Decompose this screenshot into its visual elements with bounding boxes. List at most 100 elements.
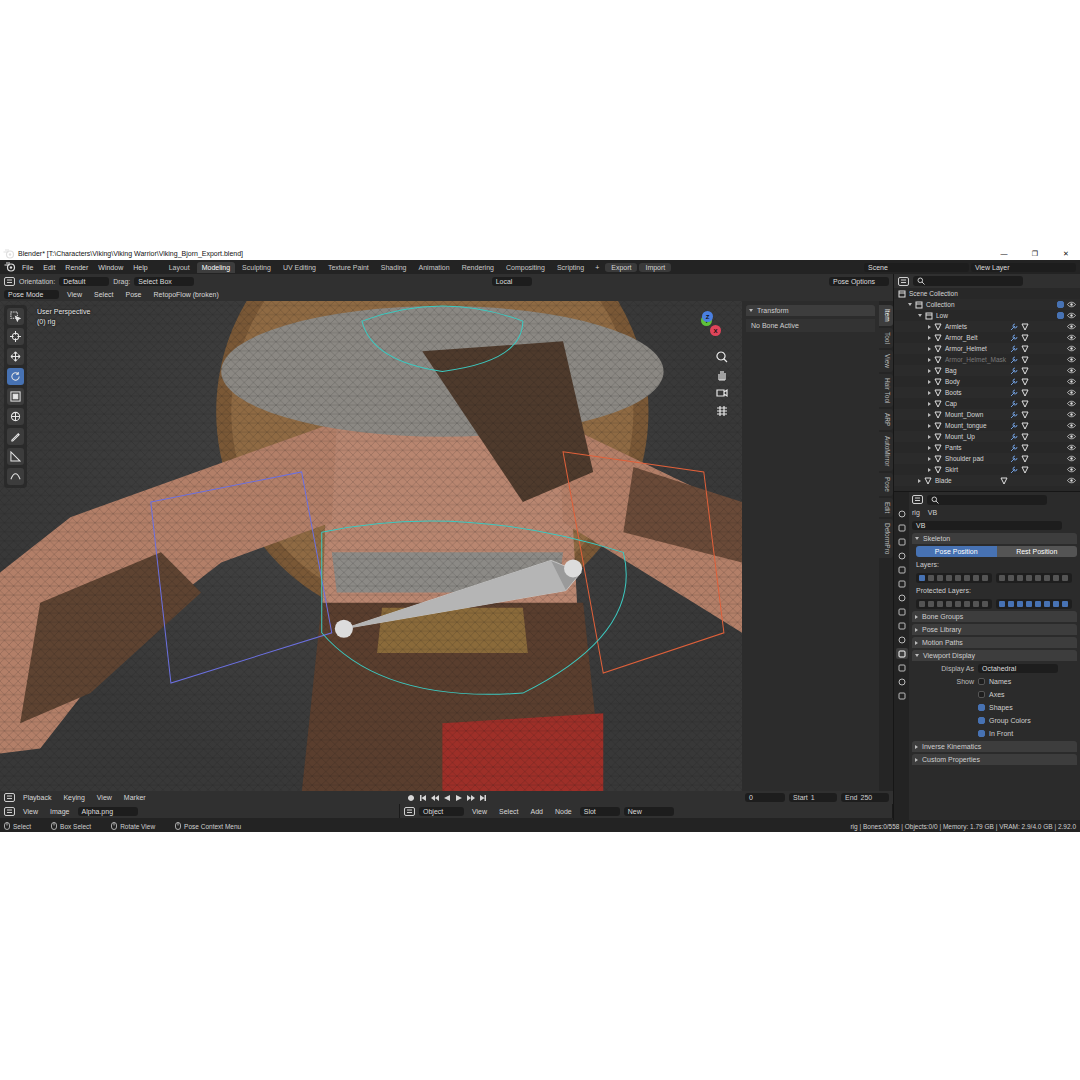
editor-type-icon[interactable]	[4, 277, 15, 286]
outliner-row[interactable]: Scene Collection	[894, 288, 1080, 299]
sidebar-tab[interactable]: Edit	[879, 498, 893, 517]
outliner-row[interactable]: Pants	[894, 442, 1080, 453]
outliner-editor-icon[interactable]	[898, 277, 909, 286]
eye-icon[interactable]	[1067, 356, 1076, 363]
workspace-tab[interactable]: Rendering	[457, 262, 499, 273]
protected-toggle[interactable]	[946, 601, 952, 607]
image-editor-icon[interactable]	[4, 807, 15, 816]
workspace-tab[interactable]: Texture Paint	[323, 262, 374, 273]
workspace-tab[interactable]: Layout	[164, 262, 195, 273]
window-control[interactable]: —	[990, 250, 1018, 257]
add-workspace-button[interactable]: +	[591, 263, 603, 272]
timeline-menu[interactable]: View	[93, 793, 116, 802]
option-checkbox[interactable]	[978, 691, 985, 698]
collapsed-panel-header[interactable]: Inverse Kinematics	[912, 741, 1077, 752]
protected-toggle[interactable]	[1008, 601, 1014, 607]
eye-icon[interactable]	[1067, 389, 1076, 396]
outliner-row[interactable]: Low	[894, 310, 1080, 321]
protected-toggle[interactable]	[999, 601, 1005, 607]
orientation-dropdown[interactable]: Default	[59, 277, 109, 286]
layer-toggle[interactable]	[973, 575, 979, 581]
eye-icon[interactable]	[1067, 444, 1076, 451]
current-frame-field[interactable]: 0	[745, 793, 785, 802]
workspace-tab[interactable]: Compositing	[501, 262, 550, 273]
option-checkbox[interactable]	[978, 717, 985, 724]
view-layer-selector[interactable]: View Layer	[971, 263, 1076, 272]
properties-tab[interactable]	[896, 578, 908, 589]
tool-button[interactable]	[7, 308, 24, 325]
option-checkbox[interactable]	[978, 678, 985, 685]
eye-icon[interactable]	[1067, 466, 1076, 473]
play-icon[interactable]	[455, 794, 463, 802]
sidebar-tab[interactable]: Pose	[879, 473, 893, 496]
node-menu[interactable]: View	[468, 807, 491, 816]
protected-toggle[interactable]	[919, 601, 925, 607]
outliner-row[interactable]: Skirt	[894, 464, 1080, 475]
tool-button[interactable]	[7, 388, 24, 405]
sidebar-tab[interactable]: ARP	[879, 409, 893, 430]
play-reverse-icon[interactable]	[443, 794, 451, 802]
tool-button[interactable]	[7, 348, 24, 365]
addon-button[interactable]: Import	[639, 263, 671, 272]
properties-tab[interactable]	[896, 592, 908, 603]
blender-logo-icon[interactable]	[3, 249, 15, 259]
gizmo-axis[interactable]: Z	[702, 311, 713, 322]
workspace-tab[interactable]: Animation	[414, 262, 455, 273]
transform-panel-header[interactable]: Transform	[746, 305, 875, 316]
properties-tab[interactable]	[896, 522, 908, 533]
option-checkbox[interactable]	[978, 704, 985, 711]
properties-tab[interactable]	[896, 508, 908, 519]
protected-toggle[interactable]	[1026, 601, 1032, 607]
outliner-row[interactable]: Mount_Up	[894, 431, 1080, 442]
protected-toggle[interactable]	[955, 601, 961, 607]
outliner-row[interactable]: Blade	[894, 475, 1080, 486]
workspace-tab[interactable]: Shading	[376, 262, 412, 273]
menu-item[interactable]: File	[18, 263, 37, 272]
slot-dropdown[interactable]: Slot	[580, 807, 620, 816]
properties-editor-icon[interactable]	[912, 495, 923, 504]
header-menu[interactable]: View	[63, 290, 86, 299]
protected-toggle[interactable]	[982, 601, 988, 607]
workspace-tab[interactable]: Sculpting	[237, 262, 276, 273]
eye-icon[interactable]	[1067, 345, 1076, 352]
record-icon[interactable]	[407, 794, 415, 802]
navigation-gizmo[interactable]: XYZ	[688, 311, 724, 341]
tool-button[interactable]	[7, 368, 24, 385]
layer-toggle[interactable]	[1035, 575, 1041, 581]
protected-toggle[interactable]	[964, 601, 970, 607]
window-control[interactable]: ✕	[1052, 250, 1080, 258]
window-control[interactable]: ❐	[1021, 250, 1049, 258]
sidebar-tab[interactable]: Item	[879, 305, 893, 326]
properties-tab[interactable]	[896, 676, 908, 687]
tool-button[interactable]	[7, 328, 24, 345]
collapsed-panel-header[interactable]: Bone Groups	[912, 611, 1077, 622]
scene-selector[interactable]: Scene	[864, 263, 969, 272]
eye-icon[interactable]	[1067, 334, 1076, 341]
node-menu[interactable]: Node	[551, 807, 576, 816]
node-mode-dropdown[interactable]: Object	[419, 807, 464, 816]
layer-toggle[interactable]	[1044, 575, 1050, 581]
properties-tab[interactable]	[896, 648, 908, 659]
properties-tab[interactable]	[896, 634, 908, 645]
outliner-search[interactable]	[913, 276, 1023, 286]
tool-button[interactable]	[7, 428, 24, 445]
protected-toggle[interactable]	[937, 601, 943, 607]
next-key-icon[interactable]	[467, 794, 475, 802]
protected-toggle[interactable]	[1062, 601, 1068, 607]
properties-tab[interactable]	[896, 690, 908, 701]
outliner-row[interactable]: Mount_tongue	[894, 420, 1080, 431]
layer-toggle[interactable]	[999, 575, 1005, 581]
sidebar-tab[interactable]: DeformPro	[879, 519, 893, 558]
jump-start-icon[interactable]	[419, 794, 427, 802]
armature-name-field[interactable]: VB	[912, 521, 1062, 530]
pose-options-dropdown[interactable]: Pose Options	[829, 277, 889, 286]
outliner-row[interactable]: Armlets	[894, 321, 1080, 332]
menu-item[interactable]: Window	[94, 263, 127, 272]
tool-button[interactable]	[7, 468, 24, 485]
sidebar-tab[interactable]: Hair Tool	[879, 374, 893, 408]
header-menu[interactable]: RetopoFlow (broken)	[149, 290, 222, 299]
image-menu[interactable]: View	[19, 807, 42, 816]
workspace-tab[interactable]: Scripting	[552, 262, 589, 273]
jump-end-icon[interactable]	[479, 794, 487, 802]
eye-icon[interactable]	[1067, 411, 1076, 418]
